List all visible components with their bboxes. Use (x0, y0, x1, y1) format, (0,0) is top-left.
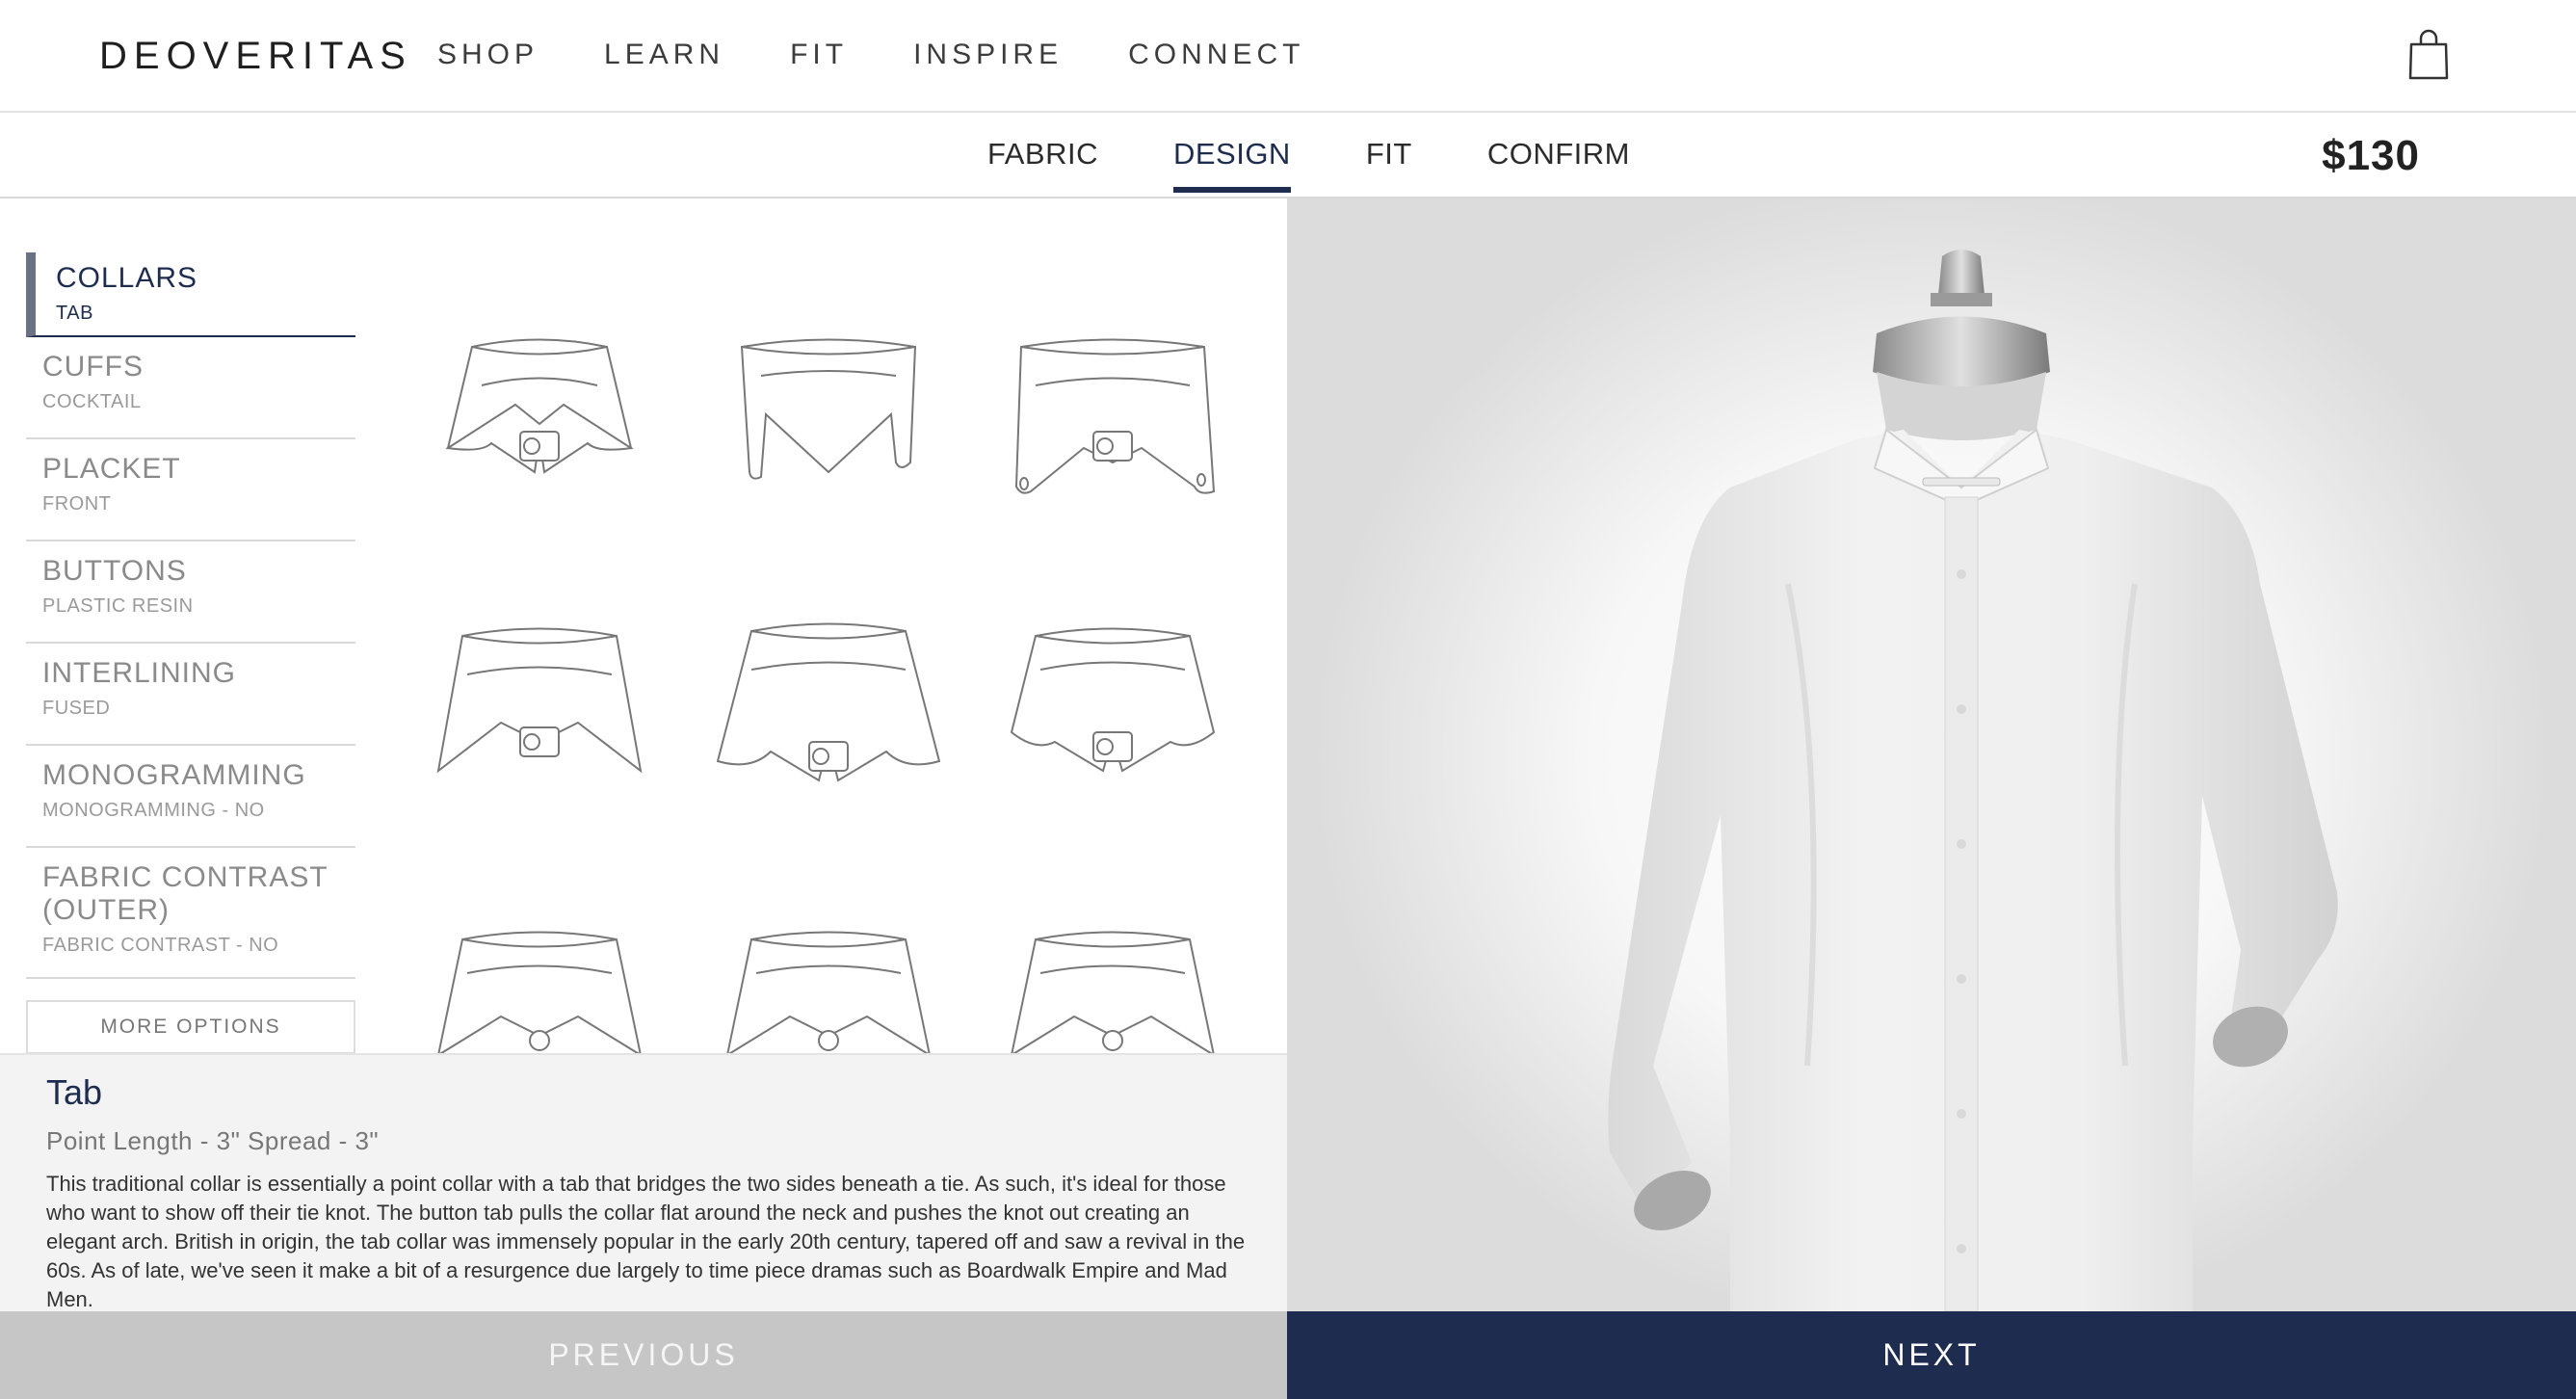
collar-option-1[interactable] (424, 318, 655, 530)
nav-shop[interactable]: SHOP (437, 39, 539, 71)
sidebar-item-title: PLACKET (42, 453, 181, 485)
nav-connect[interactable]: CONNECT (1128, 39, 1304, 71)
brand-logo[interactable]: DEOVERITAS (99, 35, 412, 78)
sidebar-item-monogramming[interactable]: MONOGRAMMING MONOGRAMMING - NO (26, 746, 355, 848)
nav-learn[interactable]: LEARN (604, 39, 724, 71)
step-bar: FABRIC DESIGN FIT CONFIRM $130 (0, 113, 2576, 198)
sidebar-item-title: BUTTONS (42, 555, 187, 587)
top-header: DEOVERITAS SHOP LEARN FIT INSPIRE CONNEC… (0, 0, 2576, 113)
sidebar-item-value: FRONT (42, 493, 112, 515)
collar-name: Tab (46, 1072, 103, 1112)
nav-inspire[interactable]: INSPIRE (913, 39, 1063, 71)
collar-option-6[interactable] (997, 617, 1228, 829)
sidebar-item-value: TAB (56, 303, 93, 324)
tab-fabric[interactable]: FABRIC (987, 137, 1098, 191)
sidebar-item-title: FABRIC CONTRAST (OUTER) (42, 861, 329, 926)
sidebar-item-value: PLASTIC RESIN (42, 595, 194, 617)
more-options-button[interactable]: MORE OPTIONS (26, 1000, 355, 1054)
shirt-mannequin-image (1608, 250, 2338, 1311)
tab-design[interactable]: DESIGN (1172, 137, 1291, 193)
sidebar-item-value: FABRIC CONTRAST - NO (42, 935, 279, 956)
collar-dimensions: Point Length - 3" Spread - 3" (46, 1126, 380, 1155)
sidebar-item-fabric-contrast[interactable]: FABRIC CONTRAST (OUTER) FABRIC CONTRAST … (26, 848, 355, 979)
collar-description: This traditional collar is essentially a… (46, 1172, 1246, 1311)
sidebar-item-value: FUSED (42, 698, 111, 719)
next-button[interactable]: NEXT (1287, 1311, 2576, 1399)
price-display: $130 (2322, 132, 2420, 179)
shopping-bag-icon[interactable] (2408, 29, 2449, 81)
collar-option-3[interactable] (997, 318, 1228, 530)
sidebar-item-interlining[interactable]: INTERLINING FUSED (26, 644, 355, 746)
previous-button[interactable]: PREVIOUS (0, 1311, 1287, 1399)
sidebar-item-title: CUFFS (42, 351, 144, 383)
shirt-preview[interactable] (1287, 198, 2576, 1311)
sidebar-item-buttons[interactable]: BUTTONS PLASTIC RESIN (26, 541, 355, 644)
design-options-sidebar: COLLARS TAB CUFFS COCKTAIL PLACKET FRONT… (26, 252, 355, 1141)
sidebar-item-cuffs[interactable]: CUFFS COCKTAIL (26, 337, 355, 439)
tab-fit[interactable]: FIT (1366, 137, 1412, 191)
sidebar-item-title: INTERLINING (42, 657, 237, 689)
nav-fit[interactable]: FIT (790, 39, 848, 71)
sidebar-item-title: COLLARS (56, 262, 198, 294)
sidebar-item-value: MONOGRAMMING - NO (42, 800, 265, 821)
main-nav: SHOP LEARN FIT INSPIRE CONNECT (437, 39, 1370, 71)
collar-info-panel: Tab Point Length - 3" Spread - 3" This t… (0, 1053, 1287, 1311)
collar-option-4[interactable] (424, 617, 655, 829)
step-tabs: FABRIC DESIGN FIT CONFIRM (987, 137, 1705, 193)
sidebar-item-collars[interactable]: COLLARS TAB (26, 252, 355, 337)
collar-option-2[interactable] (713, 318, 944, 530)
sidebar-item-placket[interactable]: PLACKET FRONT (26, 439, 355, 541)
tab-confirm[interactable]: CONFIRM (1487, 137, 1630, 191)
collar-option-5[interactable] (713, 617, 944, 829)
sidebar-item-title: MONOGRAMMING (42, 759, 306, 791)
sidebar-item-value: COCKTAIL (42, 391, 142, 412)
